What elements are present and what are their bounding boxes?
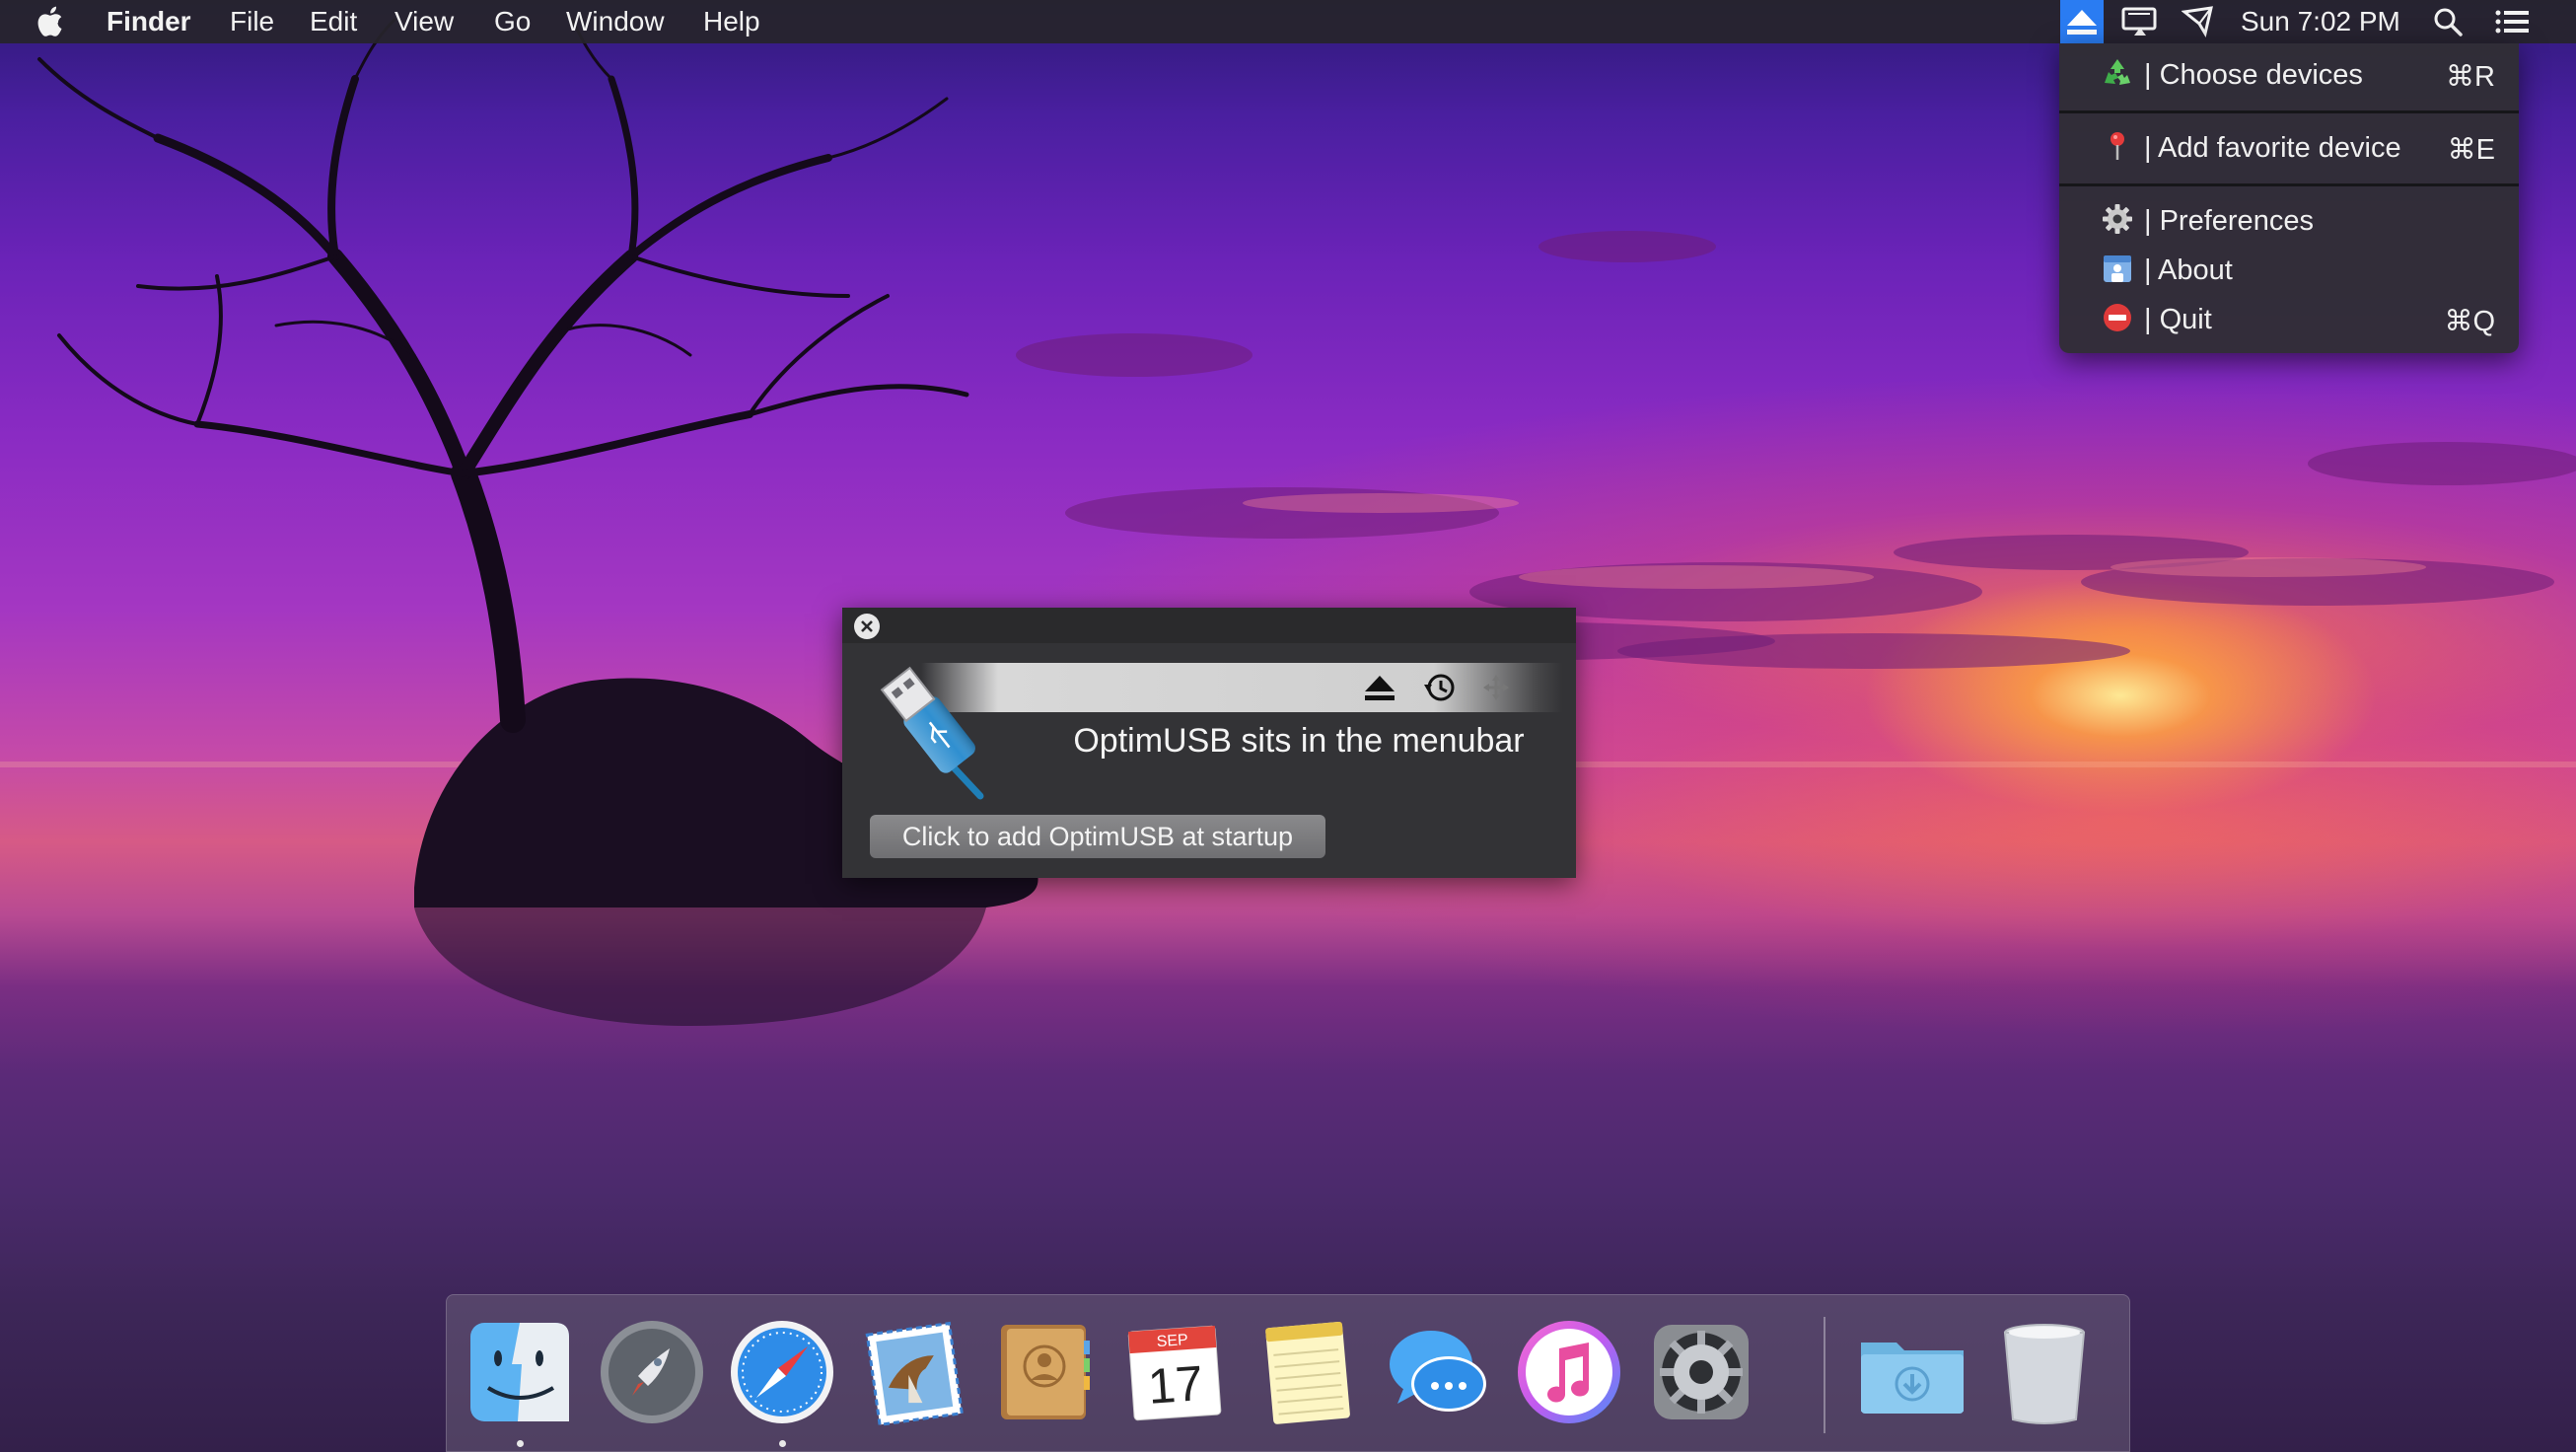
- menu-file[interactable]: File: [230, 0, 274, 43]
- dock-mail-icon[interactable]: [857, 1315, 971, 1429]
- notification-center-icon[interactable]: [2493, 6, 2531, 37]
- dock-launchpad-icon[interactable]: [595, 1315, 709, 1429]
- menu-view[interactable]: View: [394, 0, 454, 43]
- dock-contacts-icon[interactable]: [987, 1315, 1102, 1429]
- eject-icon: [1363, 673, 1396, 707]
- quit-label: | Quit: [2144, 304, 2212, 335]
- menu-item-add-favorite-device[interactable]: | Add favorite device ⌘E: [2059, 122, 2519, 172]
- menu-help[interactable]: Help: [703, 0, 760, 43]
- optimusb-menu: | Choose devices ⌘R | Add favorite devic…: [2059, 43, 2519, 353]
- popup-titlebar: [842, 608, 1576, 643]
- usb-cable-icon: [878, 653, 996, 801]
- menu-separator: [2059, 183, 2519, 186]
- popup-message: OptimUSB sits in the menubar: [1073, 722, 1525, 760]
- add-favorite-device-shortcut: ⌘E: [2447, 134, 2495, 166]
- menubar-preview-strip: [921, 663, 1562, 712]
- dock-trash-icon[interactable]: [1987, 1315, 2102, 1429]
- running-indicator: [779, 1440, 786, 1447]
- no-entry-icon: [2101, 301, 2134, 334]
- dock-messages-icon[interactable]: [1382, 1315, 1496, 1429]
- menu-window[interactable]: Window: [566, 0, 665, 43]
- preferences-label: | Preferences: [2144, 205, 2314, 237]
- menu-item-quit[interactable]: | Quit ⌘Q: [2059, 294, 2519, 343]
- dock: SEP 17: [446, 1294, 2130, 1452]
- dock-safari-icon[interactable]: [725, 1315, 839, 1429]
- quit-shortcut: ⌘Q: [2444, 306, 2495, 337]
- calendar-day: 17: [1146, 1355, 1204, 1415]
- calendar-month: SEP: [1156, 1332, 1188, 1350]
- pushpin-icon: [2101, 129, 2134, 163]
- apple-menu-icon[interactable]: [37, 0, 67, 43]
- close-icon[interactable]: [854, 614, 880, 639]
- dock-itunes-icon[interactable]: [1512, 1315, 1626, 1429]
- move-icon: [1481, 673, 1511, 707]
- running-indicator: [517, 1440, 524, 1447]
- clock[interactable]: Sun 7:02 PM: [2241, 0, 2400, 43]
- dock-system-preferences-icon[interactable]: [1644, 1315, 1758, 1429]
- history-icon: [1422, 671, 1458, 709]
- add-at-startup-button[interactable]: Click to add OptimUSB at startup: [870, 815, 1325, 858]
- display-icon[interactable]: [2120, 6, 2160, 37]
- spotlight-icon[interactable]: [2432, 6, 2464, 37]
- menu-item-choose-devices[interactable]: | Choose devices ⌘R: [2059, 49, 2519, 99]
- optimusb-welcome-popup: OptimUSB sits in the menubar Click to ad…: [842, 608, 1576, 878]
- menu-item-preferences[interactable]: | Preferences: [2059, 195, 2519, 245]
- about-icon: [2101, 252, 2134, 285]
- dock-finder-icon[interactable]: [463, 1315, 577, 1429]
- menu-edit[interactable]: Edit: [310, 0, 357, 43]
- menubar: Finder File Edit View Go Window Help Sun…: [0, 0, 2576, 43]
- choose-devices-label: | Choose devices: [2144, 59, 2363, 91]
- dock-calendar-icon[interactable]: SEP 17: [1117, 1315, 1232, 1429]
- menu-finder[interactable]: Finder: [107, 0, 191, 43]
- about-label: | About: [2144, 254, 2233, 286]
- airplay-icon[interactable]: [2181, 6, 2217, 37]
- optimusb-eject-icon[interactable]: [2060, 0, 2104, 43]
- gear-icon: [2101, 202, 2134, 236]
- menu-item-about[interactable]: | About: [2059, 245, 2519, 294]
- add-favorite-device-label: | Add favorite device: [2144, 132, 2401, 164]
- dock-notes-icon[interactable]: [1250, 1315, 1364, 1429]
- recycle-icon: [2101, 56, 2134, 90]
- dock-downloads-folder-icon[interactable]: [1855, 1315, 1969, 1429]
- dock-divider: [1824, 1317, 1825, 1433]
- menu-go[interactable]: Go: [494, 0, 531, 43]
- choose-devices-shortcut: ⌘R: [2446, 61, 2495, 93]
- menu-separator: [2059, 110, 2519, 113]
